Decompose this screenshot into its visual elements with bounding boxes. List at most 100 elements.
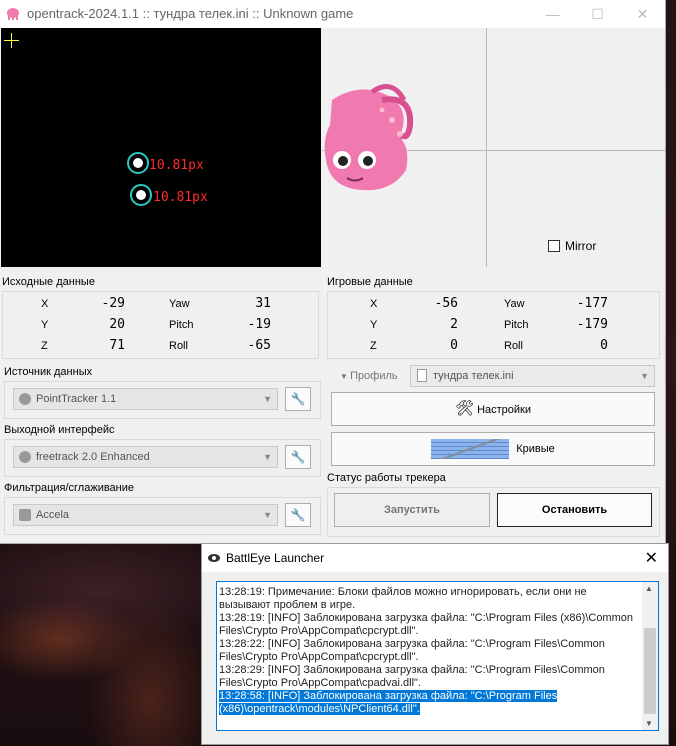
chevron-down-icon: ▼ <box>263 510 272 520</box>
game-roll-value: 0 <box>600 338 608 353</box>
battleye-log[interactable]: 13:28:19: Примечание: Блоки файлов можно… <box>216 581 659 731</box>
filter-title: Фильтрация/сглаживание <box>4 482 135 494</box>
chevron-down-icon: ▼ <box>263 452 272 462</box>
log-line[interactable]: 13:28:19: Примечание: Блоки файлов можно… <box>219 586 639 612</box>
battleye-title-bar[interactable]: BattlEye Launcher ✕ <box>202 544 668 572</box>
game-roll-label: Roll <box>504 340 523 352</box>
chevron-down-icon: ▼ <box>340 372 351 381</box>
point-size-label: 10.81px <box>149 158 204 173</box>
freetrack-icon <box>19 451 31 463</box>
game-yaw-label: Yaw <box>504 298 525 310</box>
raw-roll-label: Roll <box>169 340 188 352</box>
source-title: Источник данных <box>4 366 93 378</box>
filter-select[interactable]: Accela ▼ <box>13 504 278 526</box>
tracker-icon <box>19 393 31 405</box>
scroll-thumb[interactable] <box>644 628 656 714</box>
filter-value: Accela <box>36 509 70 521</box>
log-line-text: 13:28:19: [INFO] Заблокирована загрузка … <box>219 612 633 637</box>
raw-data-panel: X -29 Yaw 31 Y 20 Pitch -19 Z 71 Roll -6… <box>2 291 319 359</box>
log-line-text: 13:28:58: [INFO] Заблокирована загрузка … <box>219 690 558 715</box>
chevron-down-icon: ▼ <box>640 371 649 381</box>
tracked-point <box>127 152 149 174</box>
raw-pitch-label: Pitch <box>169 319 194 331</box>
octopus-app-icon <box>7 8 19 20</box>
curves-label: Кривые <box>516 443 555 455</box>
game-pitch-label: Pitch <box>504 319 529 331</box>
octopus-head-icon <box>324 84 414 191</box>
raw-roll-value: -65 <box>247 338 271 353</box>
log-line-text: 13:28:19: Примечание: Блоки файлов можно… <box>219 586 587 611</box>
battleye-title: BattlEye Launcher <box>226 551 325 565</box>
output-select[interactable]: freetrack 2.0 Enhanced ▼ <box>13 446 278 468</box>
tracker-status-title: Статус работы трекера <box>327 472 446 484</box>
title-bar[interactable]: opentrack-2024.1.1 :: тундра телек.ini :… <box>0 0 665 28</box>
curves-button[interactable]: Кривые <box>331 432 655 466</box>
settings-button[interactable]: 🛠 Настройки <box>331 392 655 426</box>
crosshair-icon <box>4 40 19 41</box>
opentrack-window: opentrack-2024.1.1 :: тундра телек.ini :… <box>0 0 666 544</box>
game-yaw-value: -177 <box>576 296 608 311</box>
chevron-down-icon: ▼ <box>263 394 272 404</box>
filter-icon <box>19 509 31 521</box>
log-line-text: 13:28:22: [INFO] Заблокирована загрузка … <box>219 638 605 663</box>
log-line[interactable]: 13:28:19: [INFO] Заблокирована загрузка … <box>219 612 639 638</box>
stop-button[interactable]: Остановить <box>497 493 652 527</box>
raw-x-value: -29 <box>101 296 125 311</box>
game-x-value: -56 <box>434 296 458 311</box>
raw-x-label: X <box>41 298 49 310</box>
file-icon <box>417 369 427 382</box>
source-settings-button[interactable]: 🔧 <box>285 387 311 411</box>
filter-settings-button[interactable]: 🔧 <box>285 503 311 527</box>
window-title: opentrack-2024.1.1 :: тундра телек.ini :… <box>27 6 354 21</box>
wrench-icon: 🔧 <box>290 392 306 406</box>
game-pitch-value: -179 <box>576 317 608 332</box>
settings-label: Настройки <box>477 404 532 416</box>
game-y-value: 2 <box>450 317 458 332</box>
pose-axis-vertical <box>486 28 487 267</box>
close-button[interactable]: ✕ <box>620 0 665 28</box>
wrench-icon: 🔧 <box>290 508 306 522</box>
mirror-checkbox-box[interactable] <box>548 240 560 252</box>
log-line[interactable]: 13:28:22: [INFO] Заблокирована загрузка … <box>219 638 639 664</box>
scroll-down-icon[interactable]: ▼ <box>645 719 653 728</box>
game-z-value: 0 <box>450 338 458 353</box>
raw-y-label: Y <box>41 319 49 331</box>
output-title: Выходной интерфейс <box>4 424 115 436</box>
log-lines: 13:28:19: Примечание: Блоки файлов можно… <box>219 586 639 716</box>
profile-label-text: Профиль <box>350 370 398 382</box>
tools-icon: 🛠 <box>454 400 475 417</box>
raw-z-value: 71 <box>109 338 125 353</box>
mirror-label: Mirror <box>565 239 597 253</box>
raw-z-label: Z <box>41 340 48 352</box>
game-z-label: Z <box>370 340 377 352</box>
wrench-icon: 🔧 <box>290 450 306 464</box>
log-line[interactable]: 13:28:29: [INFO] Заблокирована загрузка … <box>219 664 639 690</box>
camera-preview: 10.81px 10.81px <box>1 28 321 267</box>
minimize-button[interactable]: — <box>530 0 575 28</box>
battleye-window: BattlEye Launcher ✕ 13:28:19: Примечание… <box>201 543 669 745</box>
source-select[interactable]: PointTracker 1.1 ▼ <box>13 388 278 410</box>
source-value: PointTracker 1.1 <box>36 393 117 405</box>
raw-pitch-value: -19 <box>247 317 271 332</box>
game-x-label: X <box>370 298 378 310</box>
output-value: freetrack 2.0 Enhanced <box>36 451 150 463</box>
profile-label[interactable]: ▼ Профиль <box>340 370 398 382</box>
point-size-label: 10.81px <box>153 190 208 205</box>
raw-data-title: Исходные данные <box>2 276 95 288</box>
tracked-point <box>130 184 152 206</box>
pose-preview: Mirror <box>322 28 665 267</box>
scroll-up-icon[interactable]: ▲ <box>645 584 653 593</box>
curves-icon <box>431 439 510 460</box>
battleye-close-button[interactable]: ✕ <box>645 548 658 568</box>
mirror-checkbox[interactable]: Mirror <box>548 239 596 253</box>
profile-select[interactable]: тундра телек.ini ▼ <box>410 365 655 387</box>
profile-value: тундра телек.ini <box>433 370 514 382</box>
output-settings-button[interactable]: 🔧 <box>285 445 311 469</box>
game-data-title: Игровые данные <box>327 276 413 288</box>
log-line[interactable]: 13:28:58: [INFO] Заблокирована загрузка … <box>219 690 639 716</box>
maximize-button[interactable]: ☐ <box>575 0 620 28</box>
raw-yaw-label: Yaw <box>169 298 190 310</box>
log-scrollbar[interactable]: ▲ ▼ <box>642 582 658 730</box>
raw-yaw-value: 31 <box>255 296 271 311</box>
start-button[interactable]: Запустить <box>334 493 490 527</box>
